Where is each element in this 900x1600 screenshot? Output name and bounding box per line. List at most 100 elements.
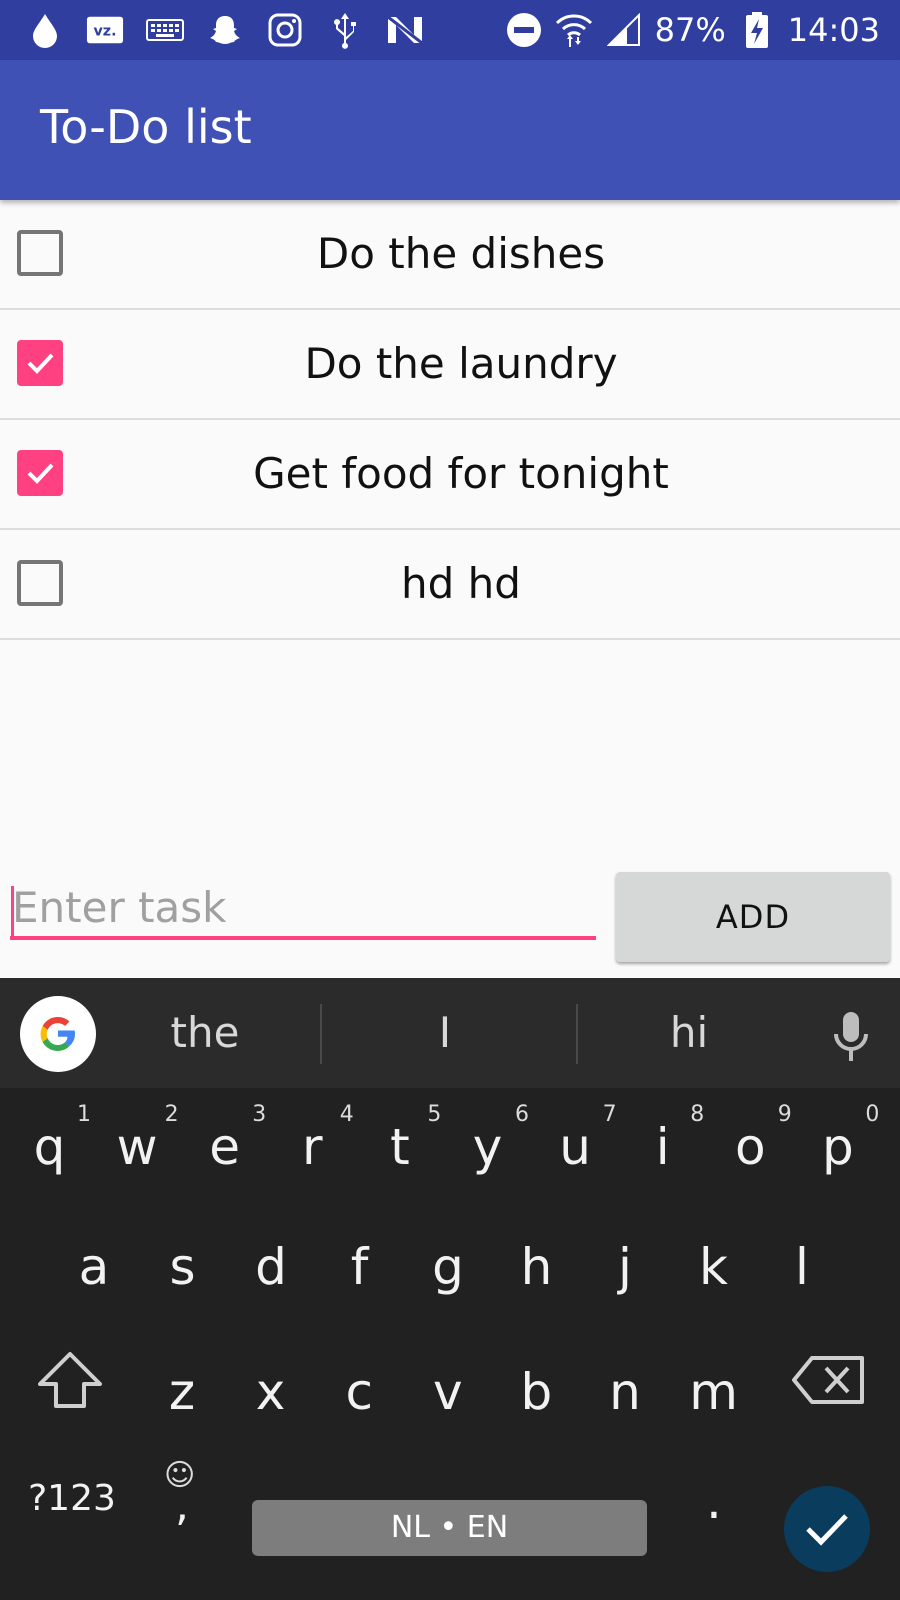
key-j[interactable]: j: [581, 1208, 669, 1318]
google-icon[interactable]: [20, 996, 96, 1072]
check-icon: [806, 1514, 848, 1546]
key-h[interactable]: h: [493, 1208, 581, 1318]
key-label: a: [78, 1238, 110, 1296]
task-checkbox[interactable]: [17, 450, 63, 496]
key-label: v: [433, 1363, 463, 1421]
key-label: w: [116, 1118, 158, 1176]
period-key-label: .: [706, 1472, 722, 1530]
vz-icon: vz.: [86, 11, 124, 49]
key-label: x: [255, 1363, 286, 1421]
key-k[interactable]: k: [670, 1208, 758, 1318]
key-label: l: [795, 1238, 809, 1296]
keyboard-icon: [146, 11, 184, 49]
backspace-icon: [792, 1356, 864, 1404]
key-label: i: [655, 1118, 670, 1176]
key-q[interactable]: 1q: [6, 1088, 93, 1198]
key-label: o: [735, 1118, 766, 1176]
key-v[interactable]: v: [404, 1333, 492, 1443]
key-o[interactable]: 9o: [707, 1088, 794, 1198]
task-checkbox[interactable]: [17, 340, 63, 386]
task-row[interactable]: Do the laundry: [0, 310, 900, 420]
task-input[interactable]: [10, 878, 596, 940]
key-label: b: [520, 1363, 553, 1421]
shift-icon: [38, 1352, 102, 1408]
status-system-icons: 87% 14:03: [505, 10, 880, 50]
key-label: n: [609, 1363, 641, 1421]
key-label: f: [350, 1238, 369, 1296]
task-row[interactable]: Get food for tonight: [0, 420, 900, 530]
task-label: hd hd: [401, 559, 521, 608]
key-label: z: [168, 1363, 196, 1421]
n-icon: [386, 11, 424, 49]
check-icon: [27, 353, 54, 374]
key-label: s: [169, 1238, 196, 1296]
key-label: g: [432, 1238, 464, 1296]
suggestion-divider: [320, 1004, 322, 1064]
app-bar: To-Do list: [0, 60, 900, 200]
key-x[interactable]: x: [227, 1333, 315, 1443]
key-p[interactable]: 0p: [794, 1088, 881, 1198]
battery-charging-icon: [738, 11, 776, 49]
key-r[interactable]: 4r: [269, 1088, 356, 1198]
comma-key[interactable]: ☺ ,: [150, 1452, 214, 1548]
key-label: m: [689, 1363, 738, 1421]
task-checkbox[interactable]: [17, 230, 63, 276]
signal-icon: [605, 11, 643, 49]
key-label: k: [699, 1238, 728, 1296]
app-title: To-Do list: [40, 100, 252, 154]
key-y[interactable]: 6y: [444, 1088, 531, 1198]
add-button[interactable]: ADD: [616, 872, 890, 962]
key-label: p: [822, 1118, 854, 1176]
key-label: d: [255, 1238, 287, 1296]
key-i[interactable]: 8i: [619, 1088, 706, 1198]
wifi-icon: [555, 11, 593, 49]
instagram-icon: [266, 11, 304, 49]
key-z[interactable]: z: [138, 1333, 226, 1443]
microphone-icon[interactable]: [826, 1008, 876, 1064]
soft-keyboard: the I hi 1q2w3e4r5t6y7u8i9o0p asdfghjkl …: [0, 978, 900, 1600]
task-label: Do the laundry: [304, 339, 618, 388]
shift-key[interactable]: [30, 1346, 110, 1426]
key-c[interactable]: c: [315, 1333, 403, 1443]
key-label: e: [209, 1118, 241, 1176]
key-label: u: [559, 1118, 591, 1176]
task-row[interactable]: Do the dishes: [0, 200, 900, 310]
key-u[interactable]: 7u: [532, 1088, 619, 1198]
key-e[interactable]: 3e: [181, 1088, 268, 1198]
enter-key[interactable]: [784, 1486, 870, 1572]
key-w[interactable]: 2w: [94, 1088, 181, 1198]
key-l[interactable]: l: [758, 1208, 846, 1318]
key-label: c: [345, 1363, 373, 1421]
drop-icon: [26, 11, 64, 49]
suggestion-3[interactable]: hi: [614, 1000, 764, 1066]
snapchat-icon: [206, 11, 244, 49]
clock: 14:03: [787, 11, 880, 49]
suggestion-1[interactable]: the: [130, 1000, 280, 1066]
key-label: h: [520, 1238, 553, 1296]
status-notification-icons: vz.: [26, 10, 424, 50]
check-icon: [27, 463, 54, 484]
do-not-disturb-icon: [505, 11, 543, 49]
task-checkbox[interactable]: [17, 560, 63, 606]
key-b[interactable]: b: [492, 1333, 580, 1443]
key-n[interactable]: n: [581, 1333, 669, 1443]
period-key[interactable]: .: [684, 1472, 744, 1542]
key-label: y: [472, 1118, 503, 1176]
key-a[interactable]: a: [50, 1208, 138, 1318]
key-g[interactable]: g: [404, 1208, 492, 1318]
key-f[interactable]: f: [316, 1208, 404, 1318]
key-m[interactable]: m: [670, 1333, 758, 1443]
suggestion-strip: the I hi: [0, 978, 900, 1088]
battery-percentage: 87%: [654, 11, 726, 49]
symbols-key-label: ?123: [28, 1478, 116, 1519]
key-s[interactable]: s: [139, 1208, 227, 1318]
key-t[interactable]: 5t: [356, 1088, 443, 1198]
backspace-key[interactable]: [790, 1350, 870, 1420]
suggestion-2[interactable]: I: [370, 1000, 520, 1066]
symbols-key[interactable]: ?123: [20, 1468, 124, 1528]
key-label: q: [33, 1118, 66, 1176]
key-d[interactable]: d: [227, 1208, 315, 1318]
task-row[interactable]: hd hd: [0, 530, 900, 640]
text-cursor: [11, 886, 14, 936]
space-bar[interactable]: NL • EN: [252, 1500, 647, 1556]
